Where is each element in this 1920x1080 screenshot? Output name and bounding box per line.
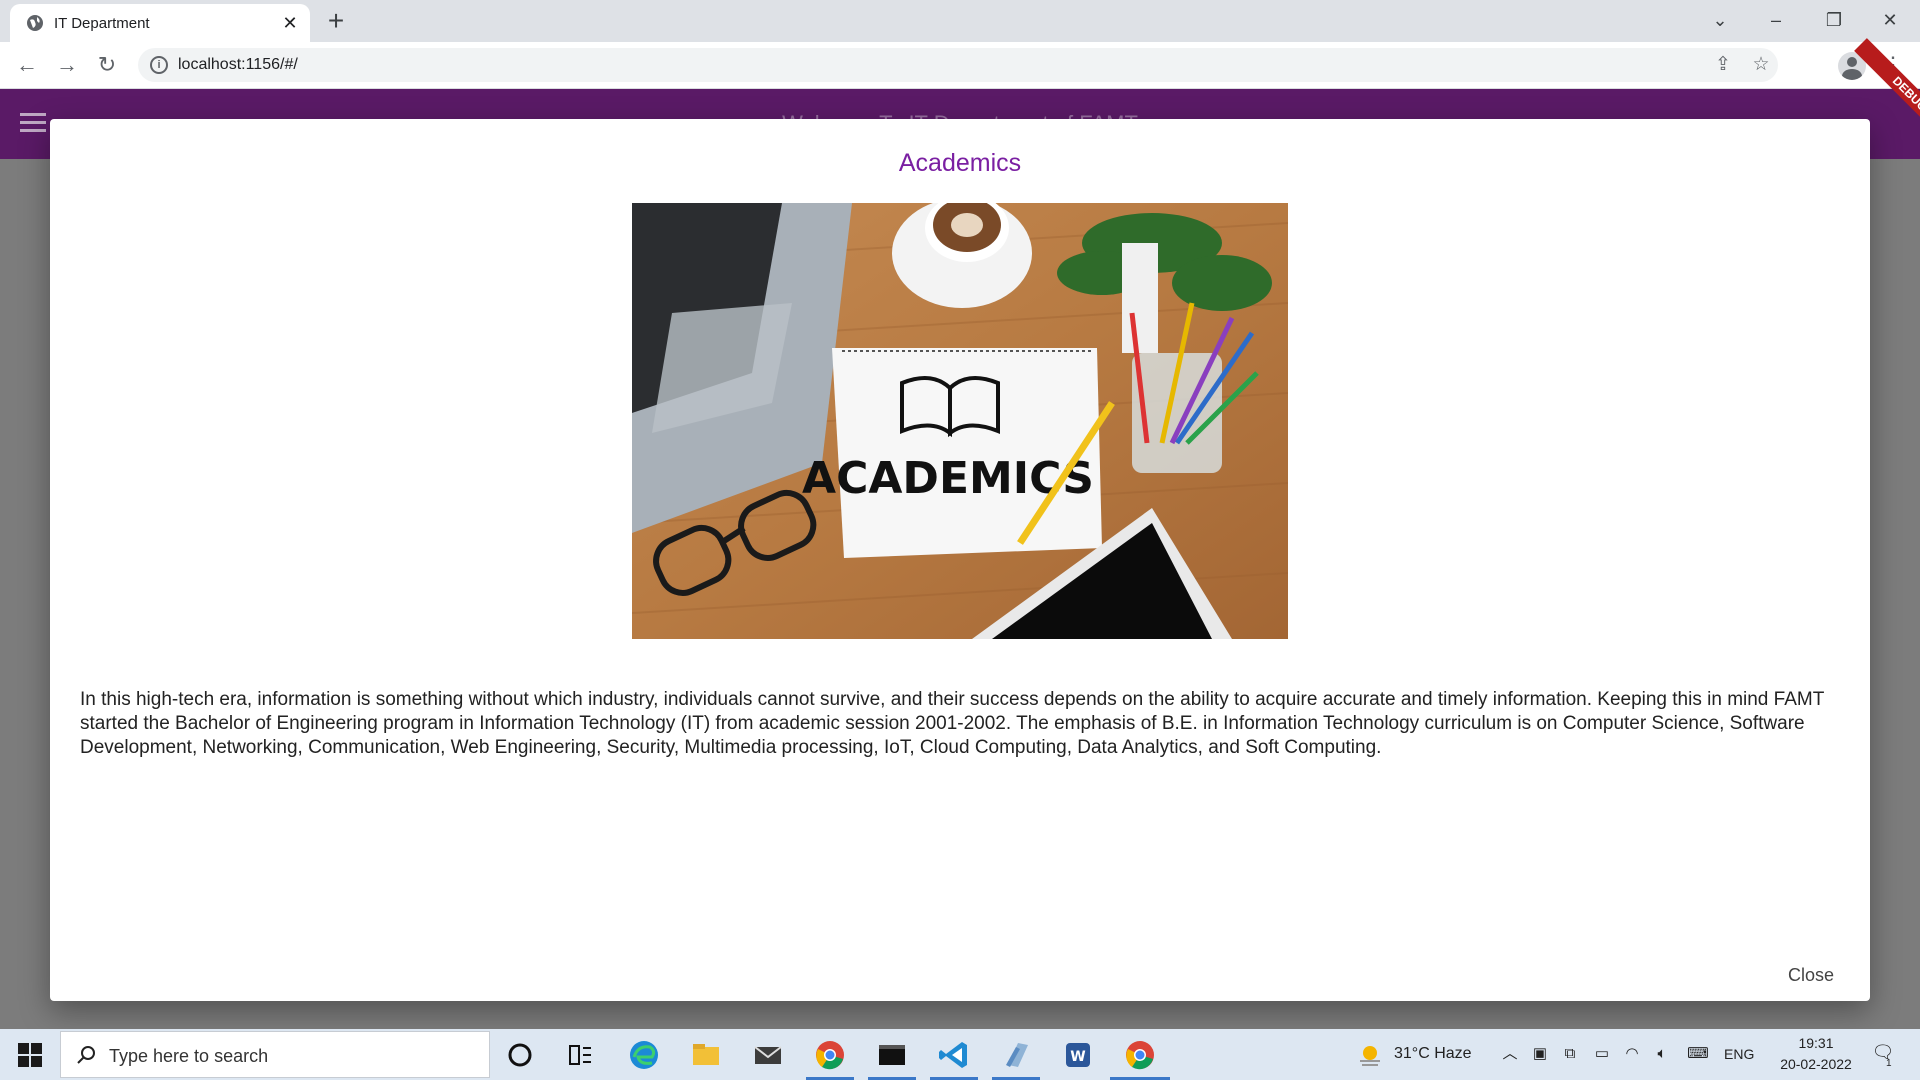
tab-search-chevron-icon[interactable]: ⌄: [1700, 4, 1740, 36]
close-button[interactable]: Close: [1776, 961, 1846, 989]
edge-icon[interactable]: [626, 1037, 662, 1073]
site-info-icon[interactable]: i: [150, 56, 168, 74]
search-icon: [77, 1046, 95, 1064]
flutter-app-icon[interactable]: [998, 1037, 1034, 1073]
keyboard-icon[interactable]: ⌨: [1684, 1045, 1712, 1063]
new-tab-button[interactable]: +: [322, 7, 350, 36]
word-icon[interactable]: W: [1060, 1037, 1096, 1073]
tab-close-icon[interactable]: ✕: [280, 13, 300, 33]
vscode-icon[interactable]: [936, 1037, 972, 1073]
chrome-profile-icon[interactable]: [1122, 1037, 1158, 1073]
dialog-title: Academics: [898, 149, 1022, 177]
notification-count-badge: 1: [1886, 1058, 1892, 1069]
cortana-icon[interactable]: [502, 1037, 538, 1073]
volume-icon[interactable]: 🔈︎: [1652, 1045, 1672, 1063]
reload-icon[interactable]: ↻: [92, 50, 122, 80]
task-view-icon[interactable]: [562, 1037, 598, 1073]
academics-dialog: Academics ACADEMICS In this high-tech er…: [50, 119, 1870, 1001]
forward-arrow-icon[interactable]: →: [52, 50, 82, 80]
taskbar-search-box[interactable]: Type here to search: [60, 1031, 490, 1078]
restore-button[interactable]: ❐: [1814, 4, 1854, 36]
weather-haze-icon[interactable]: [1356, 1041, 1384, 1069]
file-explorer-icon[interactable]: [688, 1037, 724, 1073]
mail-icon[interactable]: [750, 1037, 786, 1073]
academics-image: ACADEMICS: [632, 203, 1288, 639]
svg-text:W: W: [1070, 1049, 1085, 1065]
browser-tab[interactable]: IT Department ✕: [10, 4, 310, 42]
search-placeholder: Type here to search: [109, 1046, 269, 1066]
url-text[interactable]: localhost:1156/#/: [178, 56, 298, 74]
terminal-icon[interactable]: [874, 1037, 910, 1073]
globe-icon: [27, 15, 43, 31]
show-hidden-icons-chevron-icon[interactable]: ︿: [1500, 1045, 1520, 1063]
notification-icon[interactable]: 🗨︎: [1870, 1043, 1896, 1065]
chrome-icon[interactable]: [812, 1037, 848, 1073]
minimize-button[interactable]: –: [1756, 4, 1796, 36]
clock-date[interactable]: 20-02-2022: [1768, 1056, 1864, 1072]
tab-title: IT Department: [54, 15, 150, 32]
onedrive-sync-icon[interactable]: ⧉: [1560, 1045, 1580, 1063]
dialog-body-text: In this high-tech era, information is so…: [80, 689, 1824, 758]
wifi-icon[interactable]: ◠: [1622, 1045, 1642, 1063]
windows-start-icon[interactable]: [18, 1043, 42, 1067]
meet-now-icon[interactable]: ▣: [1530, 1045, 1550, 1063]
share-icon[interactable]: ⇪: [1710, 52, 1736, 78]
clock-time[interactable]: 19:31: [1788, 1035, 1844, 1051]
battery-icon[interactable]: ▭: [1592, 1045, 1612, 1063]
browser-toolbar: ← → ↻ i localhost:1156/#/ ☆ ⇪ ⋮: [0, 42, 1920, 89]
windows-taskbar: Type here to search W 31°C Haze ︿ ▣ ⧉ ▭ …: [0, 1029, 1920, 1080]
close-window-button[interactable]: ✕: [1870, 4, 1910, 36]
bookmark-star-icon[interactable]: ☆: [1748, 52, 1774, 78]
address-bar[interactable]: i localhost:1156/#/ ☆ ⇪: [138, 48, 1778, 82]
language-indicator[interactable]: ENG: [1724, 1046, 1754, 1062]
weather-text[interactable]: 31°C Haze: [1394, 1045, 1472, 1063]
browser-tab-strip: IT Department ✕ + ⌄ – ❐ ✕: [0, 0, 1920, 42]
back-arrow-icon[interactable]: ←: [12, 50, 42, 80]
